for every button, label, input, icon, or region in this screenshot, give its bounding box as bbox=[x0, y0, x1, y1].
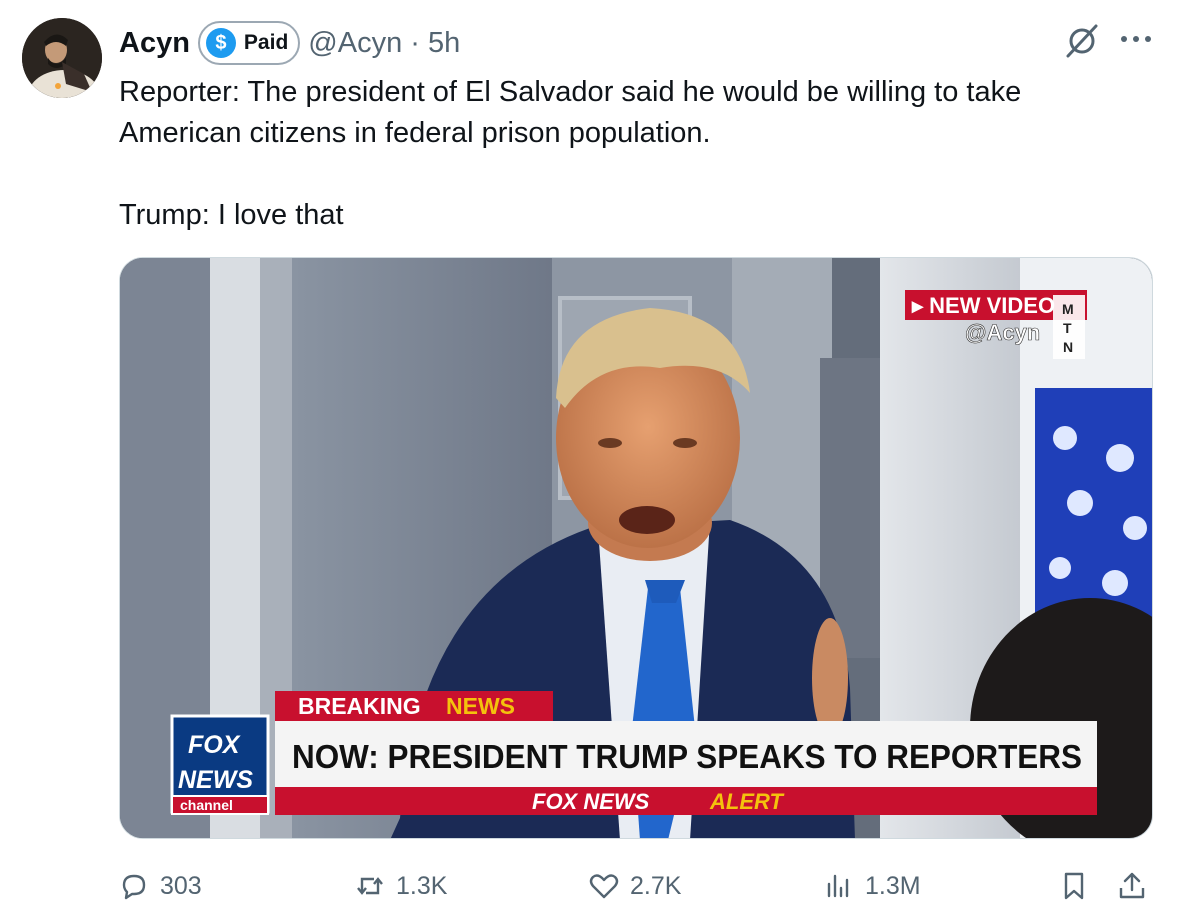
author-display-name[interactable]: Acyn bbox=[119, 27, 190, 60]
avatar-image bbox=[22, 18, 102, 98]
views-button[interactable]: 1.3M bbox=[823, 862, 921, 910]
new-video-overlay: ▸ NEW VIDEO bbox=[911, 293, 1055, 318]
video-player[interactable]: ▸ NEW VIDEO @Acyn M T N BREAKING NEWS NO… bbox=[119, 257, 1153, 839]
headline-text: NOW: PRESIDENT TRUMP SPEAKS TO REPORTERS bbox=[292, 738, 1082, 775]
video-frame: ▸ NEW VIDEO @Acyn M T N BREAKING NEWS NO… bbox=[120, 258, 1152, 838]
tweet-text: Reporter: The president of El Salvador s… bbox=[119, 76, 1022, 231]
news-label: NEWS bbox=[446, 693, 515, 719]
views-count: 1.3M bbox=[865, 871, 921, 900]
reply-count: 303 bbox=[160, 871, 202, 900]
logo-channel: channel bbox=[180, 797, 233, 813]
fox-news-alert-a: FOX NEWS bbox=[532, 789, 650, 814]
bookmark-icon bbox=[1064, 872, 1084, 900]
overlay-mtn-t: T bbox=[1063, 320, 1072, 336]
paid-badge-label: Paid bbox=[243, 31, 289, 54]
repost-button[interactable]: 1.3K bbox=[354, 862, 447, 910]
overlay-mtn-n: N bbox=[1063, 339, 1073, 355]
share-button[interactable] bbox=[1116, 862, 1158, 910]
like-count: 2.7K bbox=[630, 871, 682, 900]
reply-button[interactable]: 303 bbox=[118, 862, 202, 910]
repost-icon bbox=[357, 877, 383, 895]
avatar[interactable] bbox=[22, 18, 102, 98]
overlay-handle: @Acyn bbox=[965, 320, 1040, 345]
dollar-sign-icon: $ bbox=[205, 28, 236, 58]
paid-badge[interactable]: $ Paid bbox=[197, 21, 301, 65]
fox-news-alert-b: ALERT bbox=[709, 789, 784, 814]
author-handle-time[interactable]: @Acyn · 5h bbox=[308, 27, 460, 60]
reply-icon bbox=[122, 874, 146, 900]
bookmark-button[interactable] bbox=[1058, 862, 1100, 910]
share-icon bbox=[1119, 872, 1145, 899]
logo-news: NEWS bbox=[178, 766, 253, 794]
like-button[interactable]: 2.7K bbox=[588, 862, 681, 910]
tweet-actions: 303 1.3K 2.7K 1.3M bbox=[0, 862, 1180, 910]
repost-count: 1.3K bbox=[396, 871, 448, 900]
more-options-icon[interactable] bbox=[1116, 22, 1156, 56]
grok-icon[interactable] bbox=[1064, 20, 1100, 60]
tweet-header: Acyn $ Paid @Acyn · 5h bbox=[119, 18, 460, 68]
heart-icon bbox=[589, 874, 619, 899]
logo-fox: FOX bbox=[188, 731, 241, 759]
overlay-mtn-m: M bbox=[1062, 301, 1074, 317]
views-chart-icon bbox=[827, 874, 849, 898]
breaking-label: BREAKING bbox=[298, 693, 421, 719]
